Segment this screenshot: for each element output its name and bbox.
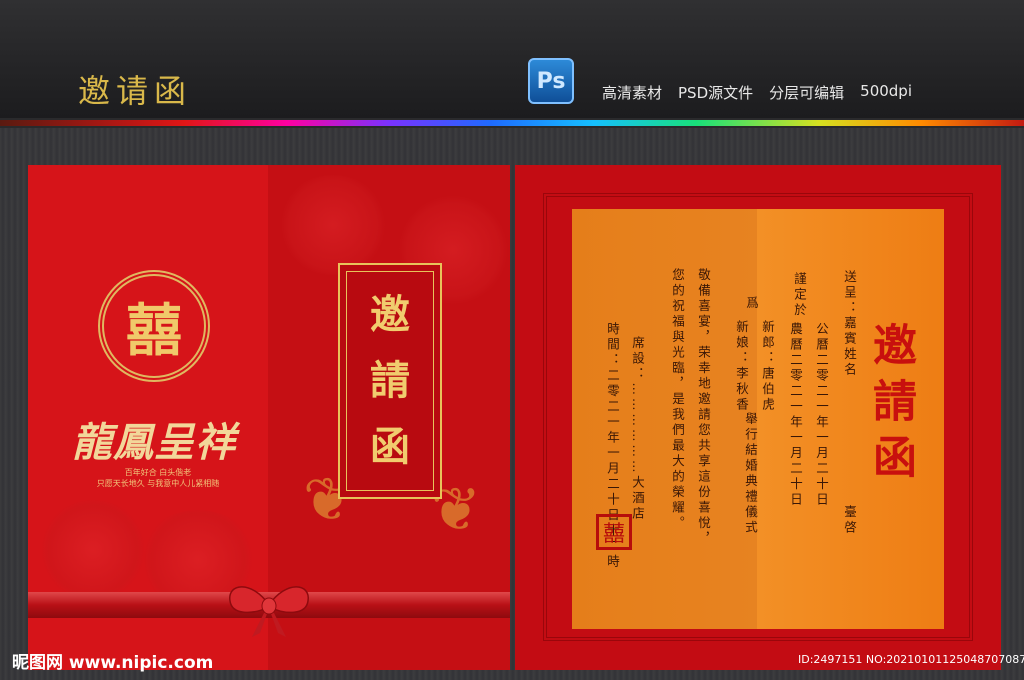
paper-shadow-fold: [572, 209, 757, 629]
invitation-line-2: 您的祝福與光臨，是我們最大的榮耀。: [670, 268, 685, 532]
cover-blessing-line: 百年好合 白头偕老: [124, 468, 192, 477]
feature-hd: 高清素材: [602, 84, 663, 102]
invitation-front-cover: 囍 龍鳳呈祥 百年好合 白头偕老 只愿天长地久 与我意中人儿紧相随 ❦ ❦ 邀 …: [28, 165, 510, 670]
bride-name: 新娘：李秋香: [734, 320, 749, 413]
rainbow-divider: [0, 120, 1024, 126]
hold-char: 爲: [744, 296, 759, 312]
date-lunar: 農曆二零二一年一月二十日: [788, 322, 803, 508]
double-happiness-emblem: 囍: [98, 270, 210, 382]
ribbon-bow-icon: [229, 586, 309, 637]
rose-pattern: [38, 500, 148, 600]
cover-title-char: 邀: [370, 291, 410, 338]
groom-name: 新郎：唐伯虎: [760, 320, 775, 413]
rose-pattern: [278, 175, 388, 275]
date-label: 謹定於: [792, 272, 807, 319]
red-seal-stamp: 囍: [596, 514, 632, 550]
cover-title-frame: 邀 請 函: [338, 263, 442, 499]
page-title: 邀请函: [78, 72, 193, 110]
cover-title-char: 函: [370, 423, 410, 470]
guest-name: 嘉賓姓名: [842, 316, 857, 378]
inside-title: 邀請函: [865, 322, 916, 490]
ceremony-text: 舉行結婚典禮儀式: [743, 412, 758, 536]
venue-text: 席設：………………大酒店: [630, 336, 645, 522]
to-label: 送呈：: [842, 270, 857, 317]
image-id-watermark: ID:2497151 NO:20210101125048707087: [798, 653, 1024, 666]
cover-blessing-line: 只愿天长地久 与我意中人儿紧相随: [96, 479, 220, 488]
invitation-line-1: 敬備喜宴，荣幸地邀請您共享這份喜悅，: [696, 268, 711, 547]
date-solar: 公曆二零二一年一月二十日: [814, 322, 829, 508]
nipic-watermark: 昵图网 www.nipic.com: [12, 653, 214, 673]
cover-title-char: 請: [370, 357, 410, 404]
feature-list: 高清素材 PSD源文件 分层可编辑 500dpi: [602, 82, 912, 103]
feature-dpi: 500dpi: [860, 82, 912, 100]
feature-layered: 分层可编辑: [769, 84, 845, 102]
photoshop-icon: Ps: [528, 58, 574, 104]
feature-psd: PSD源文件: [678, 84, 754, 102]
seat-text: 臺啓: [842, 505, 857, 536]
cover-slogan: 龍鳳呈祥: [72, 419, 236, 466]
